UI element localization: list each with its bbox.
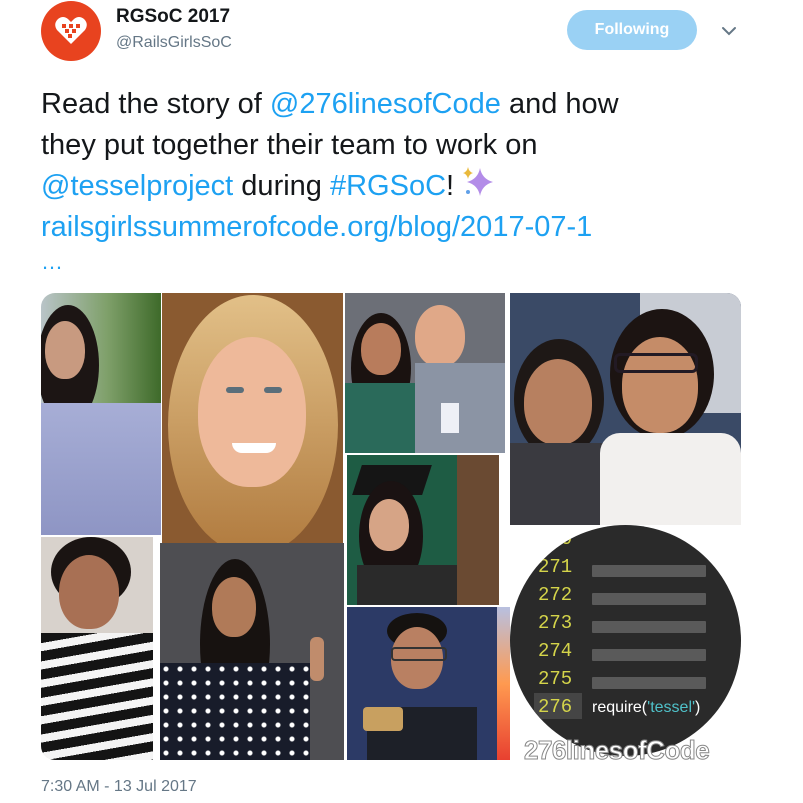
text-segment: during bbox=[233, 170, 330, 202]
line-number: 275 bbox=[538, 668, 573, 690]
photo-woman-white-dress[interactable] bbox=[41, 293, 161, 535]
line-number: 274 bbox=[538, 640, 573, 662]
tweet-line-1: Read the story of @276linesofCode and ho… bbox=[41, 84, 761, 125]
photo-graduation[interactable] bbox=[347, 455, 499, 605]
code-token: ) bbox=[695, 699, 701, 716]
line-number: 271 bbox=[538, 556, 573, 578]
tweet-ellipsis: … bbox=[41, 249, 63, 274]
tweet-line-3: @tesselproject during #RGSoC! bbox=[41, 165, 761, 207]
code-bar bbox=[592, 565, 706, 577]
photo-speaker[interactable] bbox=[160, 543, 344, 760]
line-number: 270 bbox=[538, 528, 573, 550]
code-editor-circle: 270 271 272 273 274 275 276 require('tes… bbox=[510, 525, 741, 756]
code-logo-panel[interactable]: 270 271 272 273 274 275 276 require('tes… bbox=[510, 525, 741, 760]
line-number: 273 bbox=[538, 612, 573, 634]
code-bar bbox=[592, 621, 706, 633]
photo-two-women-selfie[interactable] bbox=[510, 293, 741, 525]
photo-man-with-phone[interactable] bbox=[347, 607, 497, 760]
line-number: 272 bbox=[538, 584, 573, 606]
text-segment: Read the story of bbox=[41, 88, 270, 120]
account-name[interactable]: RGSoC 2017 bbox=[116, 6, 230, 28]
line-number: 276 bbox=[538, 696, 573, 718]
hashtag-rgsoc[interactable]: #RGSoC bbox=[330, 170, 446, 202]
sparkles-icon bbox=[462, 167, 496, 202]
code-string: 'tessel' bbox=[647, 699, 696, 716]
chevron-down-icon[interactable] bbox=[720, 22, 738, 40]
tweet-timestamp[interactable]: 7:30 AM - 13 Jul 2017 bbox=[41, 778, 197, 796]
code-bar bbox=[592, 677, 706, 689]
account-handle[interactable]: @RailsGirlsSoC bbox=[116, 34, 232, 52]
media-collage[interactable]: 270 271 272 273 274 275 276 require('tes… bbox=[41, 293, 741, 760]
photo-blonde-girl[interactable] bbox=[162, 293, 343, 543]
avatar[interactable] bbox=[41, 1, 101, 61]
mention-276linesofcode[interactable]: @276linesofCode bbox=[270, 88, 501, 120]
photo-conference-duo[interactable] bbox=[345, 293, 505, 453]
code-logo-wordmark: 276linesofCode bbox=[523, 735, 710, 761]
text-segment: ! bbox=[446, 170, 463, 202]
code-require-statement: require('tessel') bbox=[592, 699, 700, 717]
text-segment: and how bbox=[500, 88, 619, 120]
code-bar bbox=[592, 649, 706, 661]
mention-tesselproject[interactable]: @tesselproject bbox=[41, 170, 233, 202]
tweet-url-link[interactable]: railsgirlssummerofcode.org/blog/2017-07-… bbox=[41, 207, 761, 248]
code-bar bbox=[592, 593, 706, 605]
tweet-line-2: they put together their team to work on bbox=[41, 128, 538, 161]
photo-woman-striped-top[interactable] bbox=[41, 537, 153, 760]
following-button[interactable]: Following bbox=[567, 10, 697, 50]
code-token: require( bbox=[592, 699, 648, 716]
heart-pixel-icon bbox=[55, 17, 87, 44]
tweet-text: Read the story of @276linesofCode and ho… bbox=[41, 84, 761, 277]
